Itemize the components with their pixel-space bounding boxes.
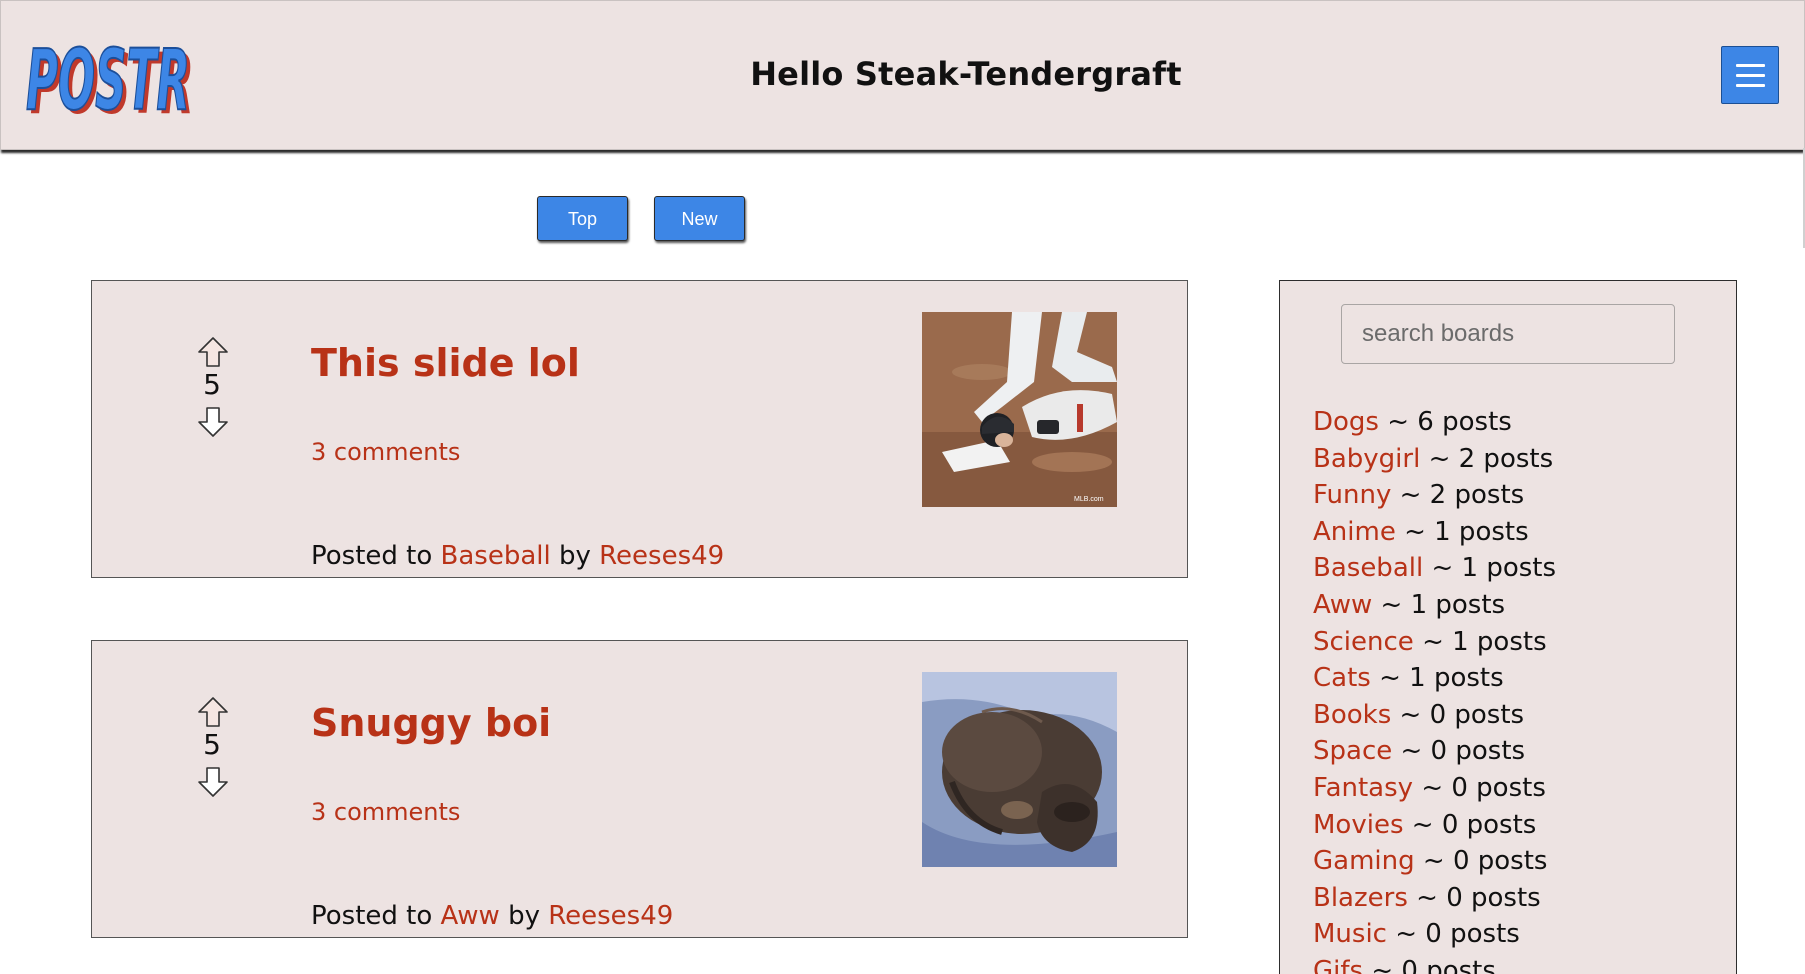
board-list-item: Blazers ~ 0 posts: [1313, 880, 1556, 917]
downvote-arrow-icon[interactable]: [196, 765, 230, 799]
board-link[interactable]: Dogs: [1313, 407, 1379, 437]
board-list-item: Anime ~ 1 posts: [1313, 514, 1556, 551]
post-comments-link[interactable]: 3 comments: [311, 438, 460, 466]
downvote-arrow-icon[interactable]: [196, 405, 230, 439]
sort-top-button[interactable]: Top: [537, 196, 628, 241]
board-link[interactable]: Anime: [1313, 517, 1396, 547]
board-list-item: Gifs ~ 0 posts: [1313, 953, 1556, 974]
board-list-item: Aww ~ 1 posts: [1313, 587, 1556, 624]
board-post-count: ~ 0 posts: [1399, 699, 1525, 730]
post-meta: Posted to Aww by Reeses49: [311, 901, 673, 931]
board-list-item: Space ~ 0 posts: [1313, 733, 1556, 770]
posted-to-label: Posted to: [311, 901, 433, 931]
board-list-item: Baseball ~ 1 posts: [1313, 550, 1556, 587]
post-card: 5 Snuggy boi 3 comments Posted to Aww by…: [91, 640, 1188, 938]
board-post-count: ~ 0 posts: [1422, 846, 1548, 877]
sort-new-button[interactable]: New: [654, 196, 745, 241]
by-label: by: [508, 901, 540, 931]
board-list-item: Movies ~ 0 posts: [1313, 807, 1556, 844]
board-post-count: ~ 6 posts: [1387, 407, 1512, 437]
upvote-arrow-icon[interactable]: [196, 335, 230, 369]
board-link[interactable]: Cats: [1313, 663, 1371, 693]
board-link[interactable]: Science: [1313, 627, 1414, 657]
posted-to-label: Posted to: [311, 541, 433, 571]
board-list: Dogs ~ 6 posts Babygirl ~ 2 posts Funny …: [1313, 404, 1556, 974]
board-link[interactable]: Space: [1313, 736, 1392, 766]
post-author-link[interactable]: Reeses49: [548, 901, 673, 931]
board-post-count: ~ 2 posts: [1399, 480, 1525, 511]
board-post-count: ~ 2 posts: [1428, 443, 1554, 474]
board-list-item: Cats ~ 1 posts: [1313, 660, 1556, 697]
search-boards-input[interactable]: [1341, 304, 1675, 364]
board-list-item: Dogs ~ 6 posts: [1313, 404, 1556, 441]
post-meta: Posted to Baseball by Reeses49: [311, 541, 724, 571]
board-link[interactable]: Funny: [1313, 480, 1391, 510]
board-list-item: Fantasy ~ 0 posts: [1313, 770, 1556, 807]
top-header: POSTR POSTR Hello Steak-Tendergraft: [0, 0, 1805, 150]
board-link[interactable]: Gifs: [1313, 956, 1363, 974]
post-title-link[interactable]: This slide lol: [311, 341, 580, 385]
post-thumbnail-sleeping-dog[interactable]: [922, 672, 1117, 867]
board-list-item: Gaming ~ 0 posts: [1313, 843, 1556, 880]
post-board-link[interactable]: Baseball: [441, 541, 551, 571]
board-link[interactable]: Baseball: [1313, 553, 1423, 583]
board-post-count: ~ 1 posts: [1379, 663, 1504, 694]
board-link[interactable]: Fantasy: [1313, 773, 1413, 803]
board-post-count: ~ 0 posts: [1421, 772, 1546, 803]
post-thumbnail-baseball-slide[interactable]: MLB.com: [922, 312, 1117, 507]
post-comments-link[interactable]: 3 comments: [311, 798, 460, 826]
board-post-count: ~ 1 posts: [1404, 516, 1529, 547]
hamburger-menu-button[interactable]: [1721, 46, 1779, 104]
postr-logo-text: POSTR: [26, 31, 190, 121]
board-post-count: ~ 0 posts: [1400, 736, 1526, 767]
board-post-count: ~ 0 posts: [1416, 882, 1541, 913]
post-author-link[interactable]: Reeses49: [599, 541, 724, 571]
vote-count: 5: [203, 368, 221, 401]
board-link[interactable]: Blazers: [1313, 883, 1408, 913]
board-list-item: Funny ~ 2 posts: [1313, 477, 1556, 514]
board-link[interactable]: Movies: [1313, 810, 1404, 840]
thumbnail-watermark: MLB.com: [1074, 496, 1104, 503]
board-post-count: ~ 0 posts: [1395, 919, 1520, 950]
vote-count: 5: [203, 728, 221, 761]
board-post-count: ~ 1 posts: [1422, 626, 1547, 657]
board-list-item: Babygirl ~ 2 posts: [1313, 441, 1556, 478]
board-link[interactable]: Babygirl: [1313, 444, 1420, 474]
board-post-count: ~ 1 posts: [1380, 589, 1506, 620]
post-title-link[interactable]: Snuggy boi: [311, 701, 551, 745]
by-label: by: [559, 541, 591, 571]
greeting-text: Hello Steak-Tendergraft: [750, 55, 1182, 93]
board-list-item: Books ~ 0 posts: [1313, 697, 1556, 734]
post-board-link[interactable]: Aww: [441, 901, 500, 931]
board-list-item: Science ~ 1 posts: [1313, 624, 1556, 661]
board-link[interactable]: Gaming: [1313, 846, 1415, 876]
upvote-arrow-icon[interactable]: [196, 695, 230, 729]
page: POSTR POSTR Hello Steak-Tendergraft Top …: [0, 0, 1805, 974]
board-link[interactable]: Aww: [1313, 590, 1372, 620]
board-post-count: ~ 1 posts: [1431, 553, 1557, 584]
board-link[interactable]: Books: [1313, 700, 1391, 730]
board-list-item: Music ~ 0 posts: [1313, 916, 1556, 953]
postr-logo[interactable]: POSTR POSTR: [25, 27, 200, 121]
board-post-count: ~ 0 posts: [1371, 955, 1496, 974]
board-link[interactable]: Music: [1313, 919, 1387, 949]
board-post-count: ~ 0 posts: [1411, 809, 1537, 840]
post-card: 5 This slide lol 3 comments Posted to Ba…: [91, 280, 1188, 578]
boards-sidebar: Dogs ~ 6 posts Babygirl ~ 2 posts Funny …: [1279, 280, 1737, 974]
